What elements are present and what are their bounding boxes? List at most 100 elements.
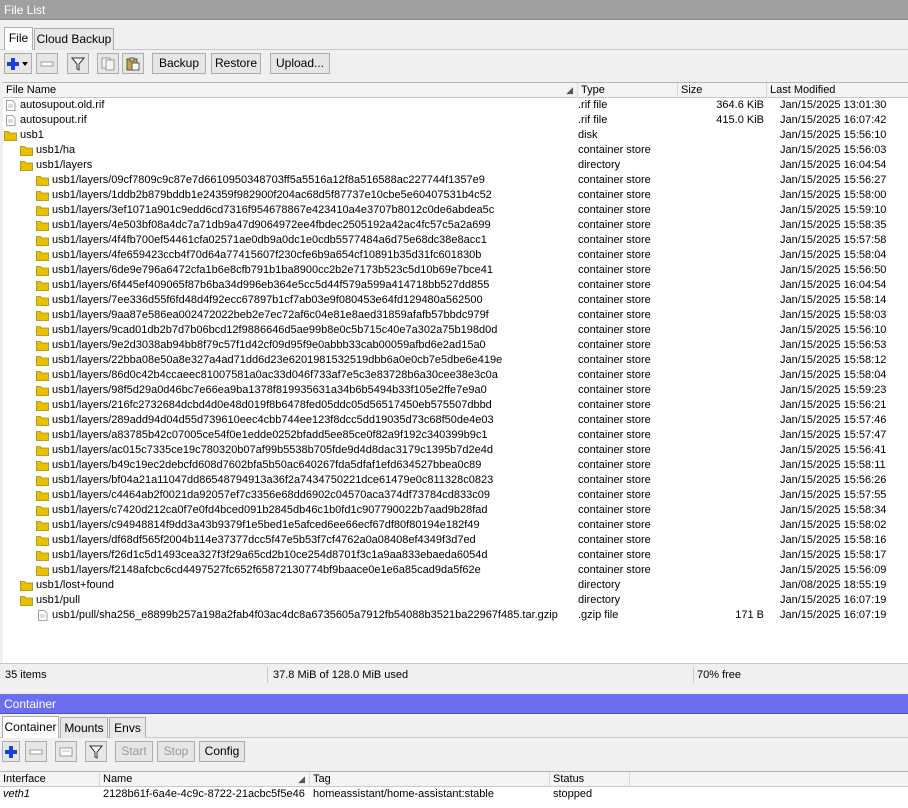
cell-last-modified: Jan/15/2025 15:57:46 <box>780 414 887 426</box>
copy-button[interactable] <box>97 53 119 74</box>
table-row[interactable]: usb1/layers/9aa87e586ea002472022beb2e7ec… <box>3 308 908 323</box>
container-title-bar[interactable]: Container <box>0 694 908 714</box>
folder-icon <box>4 131 17 141</box>
cell-last-modified: Jan/15/2025 16:04:54 <box>780 279 887 291</box>
table-row[interactable]: usb1/layers/3ef1071a901c9edd6cd7316f9546… <box>3 203 908 218</box>
cell-file-name: usb1/layers/9aa87e586ea002472022beb2e7ec… <box>36 308 578 323</box>
cell-file-name: usb1/layers/86d0c42b4ccaeec81007581a0ac3… <box>36 368 578 383</box>
tab-container[interactable]: Container <box>2 716 59 738</box>
table-row[interactable]: autosupout.old.rif .rif file 364.6 KiB Jan/… <box>3 98 908 113</box>
minus-icon <box>40 61 54 66</box>
cell-size <box>678 158 764 173</box>
file-name-text: usb1/layers/86d0c42b4ccaeec81007581a0ac3… <box>52 369 498 381</box>
filter-button[interactable] <box>67 53 89 74</box>
restore-button[interactable]: Restore <box>211 53 261 74</box>
cell-type: directory <box>578 594 621 606</box>
upload-button[interactable]: Upload... <box>270 53 330 74</box>
cell-file-name: autosupout.old.rif <box>4 98 578 113</box>
table-row[interactable]: usb1/layers/22bba08e50a8e327a4ad71dd6d23… <box>3 353 908 368</box>
cell-last-modified: Jan/15/2025 15:58:34 <box>780 504 887 516</box>
column-header-file-name[interactable]: File Name ◢ <box>3 83 578 98</box>
tab-envs[interactable]: Envs <box>109 717 146 738</box>
cell-file-name: usb1/layers/bf04a21a11047dd86548794913a3… <box>36 473 578 488</box>
table-row[interactable]: usb1/layers/1ddb2b879bddb1e24359f982900f… <box>3 188 908 203</box>
remove-container-button[interactable] <box>25 741 47 762</box>
table-row[interactable]: usb1/layers/9cad01db2b7d7b06bcd12f988664… <box>3 323 908 338</box>
add-container-button[interactable] <box>2 741 20 762</box>
add-menu-button[interactable] <box>4 53 32 74</box>
table-row[interactable]: usb1/layers/98f5d29a0d46bc7e66ea9ba1378f… <box>3 383 908 398</box>
config-button[interactable]: Config <box>199 741 245 762</box>
table-row[interactable]: usb1/layers/4f4fb700ef54461cfa02571ae0db… <box>3 233 908 248</box>
cell-type: container store <box>578 384 651 396</box>
table-row[interactable]: usb1/layers/6de9e796a6472cfa1b6e8cfb791b… <box>3 263 908 278</box>
table-row[interactable]: usb1/layers/bf04a21a11047dd86548794913a3… <box>3 473 908 488</box>
tab-cloud-backup[interactable]: Cloud Backup <box>34 28 114 50</box>
column-label: File Name <box>6 84 57 96</box>
cell-type: container store <box>578 189 651 201</box>
cell-type: container store <box>578 444 651 456</box>
cell-last-modified: Jan/15/2025 16:07:42 <box>780 114 887 126</box>
table-row[interactable]: usb1/layers/f2148afcbc6cd4497527fc652f65… <box>3 563 908 578</box>
tab-mounts[interactable]: Mounts <box>60 717 108 738</box>
column-header-type[interactable]: Type <box>578 83 678 98</box>
cell-type: container store <box>578 564 651 576</box>
table-row[interactable]: usb1/layers/a83785b42c07005ce54f0e1edde0… <box>3 428 908 443</box>
table-row[interactable]: usb1/layers/216fc2732684dcbd4d0e48d019f8… <box>3 398 908 413</box>
table-row[interactable]: usb1/layers/4e503bf08a4dc7a71db9a47d9064… <box>3 218 908 233</box>
cell-last-modified: Jan/15/2025 15:56:50 <box>780 264 887 276</box>
file-name-text: usb1/layers/3ef1071a901c9edd6cd7316f9546… <box>52 204 495 216</box>
cell-last-modified: Jan/15/2025 15:58:02 <box>780 519 887 531</box>
folder-icon <box>36 536 49 546</box>
table-row[interactable]: usb1/layers/6f445ef409065f87b6ba34d996eb… <box>3 278 908 293</box>
table-row[interactable]: usb1/ha container store Jan/15/2025 15:56:… <box>3 143 908 158</box>
column-header-last-modified[interactable]: Last Modified <box>767 83 908 98</box>
folder-icon <box>36 236 49 246</box>
column-header-status[interactable]: Status <box>550 772 630 787</box>
cell-last-modified: Jan/15/2025 15:58:17 <box>780 549 887 561</box>
table-row[interactable]: usb1/layers/b49c19ec2debcfd608d7602bfa5b… <box>3 458 908 473</box>
table-row[interactable]: usb1/layers/9e2d3038ab94bb8f79c57f1d42cf… <box>3 338 908 353</box>
table-row[interactable]: usb1/layers/86d0c42b4ccaeec81007581a0ac3… <box>3 368 908 383</box>
column-header-tag[interactable]: Tag <box>310 772 550 787</box>
table-row[interactable]: usb1/layers/289add94d04d55d739610eec4cbb… <box>3 413 908 428</box>
cell-size <box>678 503 764 518</box>
plus-icon <box>5 745 17 758</box>
cell-file-name: usb1/lost+found <box>20 578 578 593</box>
file-name-text: usb1/layers/9e2d3038ab94bb8f79c57f1d42cf… <box>52 339 486 351</box>
table-row[interactable]: usb1/layers/09cf7809c9c87e7d661095034870… <box>3 173 908 188</box>
tab-file[interactable]: File <box>4 27 33 50</box>
paste-button[interactable] <box>122 53 144 74</box>
sort-arrow-icon: ◢ <box>566 85 573 95</box>
table-row[interactable]: usb1/layers/4fe659423ccb4f70d64a77415607… <box>3 248 908 263</box>
table-row[interactable]: usb1/layers/c4464ab2f0021da92057ef7c3356… <box>3 488 908 503</box>
table-row[interactable]: usb1/lost+found directory Jan/08/2025 18:5… <box>3 578 908 593</box>
folder-icon <box>36 251 49 261</box>
table-row[interactable]: usb1/pull directory Jan/15/2025 16:07:19 <box>3 593 908 608</box>
backup-button[interactable]: Backup <box>152 53 206 74</box>
table-row[interactable]: autosupout.rif .rif file 415.0 KiB Jan/15/2… <box>3 113 908 128</box>
column-header-size[interactable]: Size <box>678 83 767 98</box>
comment-button[interactable] <box>55 741 77 762</box>
table-row[interactable]: usb1/layers/df68df565f2004b114e37377dcc5… <box>3 533 908 548</box>
table-row[interactable]: usb1/layers/7ee336d55f6fd48d4f92ecc67897… <box>3 293 908 308</box>
container-table-header: Interface Name ◢ Tag Status <box>0 772 908 787</box>
container-row[interactable]: veth1 2128b61f-6a4e-4c9c-8722-21acbc5f5e… <box>0 787 908 802</box>
table-row[interactable]: usb1/layers/c7420d212ca0f7e0fd4bced091b2… <box>3 503 908 518</box>
remove-button[interactable] <box>36 53 58 74</box>
table-row[interactable]: usb1/layers directory Jan/15/2025 16:04:54 <box>3 158 908 173</box>
file-name-text: usb1/layers/a83785b42c07005ce54f0e1edde0… <box>52 429 488 441</box>
column-header-name[interactable]: Name ◢ <box>100 772 310 787</box>
table-row[interactable]: usb1/pull/sha256_e8899b257a198a2fab4f03a… <box>3 608 908 623</box>
cell-size <box>678 383 764 398</box>
start-button[interactable]: Start <box>115 741 153 762</box>
table-row[interactable]: usb1/layers/f26d1c5d1493cea327f3f29a65cd… <box>3 548 908 563</box>
filter-button[interactable] <box>85 741 107 762</box>
column-header-interface[interactable]: Interface <box>0 772 100 787</box>
stop-button[interactable]: Stop <box>157 741 195 762</box>
file-list-title-bar[interactable]: File List <box>0 0 908 20</box>
table-row[interactable]: usb1/layers/ac015c7335ce19c780320b07af99… <box>3 443 908 458</box>
table-row[interactable]: usb1/layers/c94948814f9dd3a43b9379f1e5be… <box>3 518 908 533</box>
file-list-window: File List File Cloud Backup Backup Resto… <box>0 0 908 688</box>
table-row[interactable]: usb1 disk Jan/15/2025 15:56:10 <box>3 128 908 143</box>
